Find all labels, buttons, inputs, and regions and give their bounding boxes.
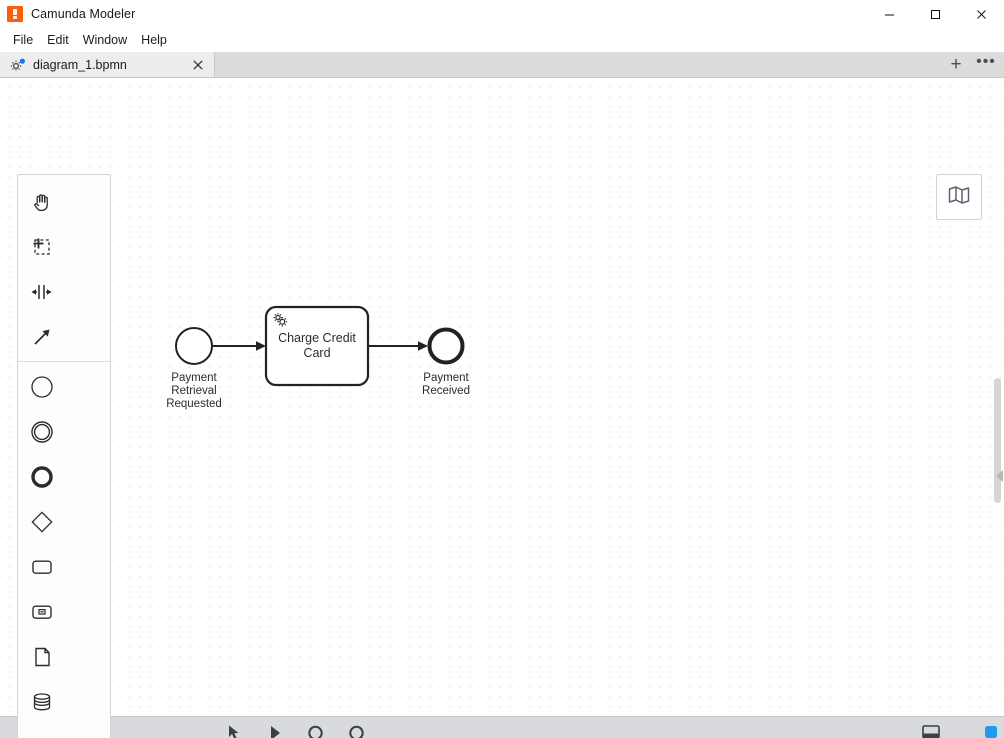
tab-diagram-1[interactable]: diagram_1.bpmn: [0, 52, 215, 77]
create-end-event-button[interactable]: [18, 454, 65, 499]
lasso-icon: [30, 235, 54, 259]
new-tab-button[interactable]: +: [942, 54, 970, 76]
menu-file[interactable]: File: [6, 30, 40, 50]
cursor-arrow-icon[interactable]: [228, 725, 242, 738]
toggle-minimap-button[interactable]: [936, 174, 982, 220]
status-bar-right-actions: [922, 725, 998, 738]
tab-more-button[interactable]: •••: [972, 54, 1000, 76]
create-participant-button[interactable]: [18, 724, 65, 738]
indicator-icon[interactable]: [984, 725, 998, 738]
window-controls: [866, 0, 1004, 28]
map-icon: [947, 184, 971, 211]
create-data-store-button[interactable]: [18, 679, 65, 724]
plus-icon: +: [950, 53, 962, 75]
create-data-object-button[interactable]: [18, 634, 65, 679]
menu-edit[interactable]: Edit: [40, 30, 76, 50]
create-subprocess-button[interactable]: [18, 589, 65, 634]
create-intermediate-event-button[interactable]: [18, 409, 65, 454]
gateway-diamond-icon: [30, 510, 54, 534]
bpmn-gear-icon: [10, 58, 26, 72]
global-connect-tool-button[interactable]: [18, 314, 65, 359]
create-task-button[interactable]: [18, 544, 65, 589]
subprocess-expanded-icon: [30, 600, 54, 624]
maximize-button[interactable]: [912, 0, 958, 28]
tab-bar-actions: + •••: [942, 52, 1000, 78]
end-event-icon: [30, 465, 54, 489]
close-button[interactable]: [958, 0, 1004, 28]
status-bar-left-actions: [228, 725, 364, 738]
canvas-vertical-scrollbar[interactable]: [994, 378, 1001, 503]
close-icon[interactable]: [190, 57, 206, 73]
tab-bar: diagram_1.bpmn + •••: [0, 52, 1004, 78]
panel-icon[interactable]: [922, 725, 940, 738]
scroll-indicator-icon: [996, 470, 1003, 482]
palette-group-tools: [18, 177, 110, 362]
intermediate-event-icon: [30, 420, 54, 444]
space-tool-icon: [30, 280, 54, 304]
camunda-app-icon: [7, 6, 23, 22]
more-dots-icon: •••: [976, 53, 996, 70]
canvas-grid: [0, 78, 1004, 738]
diagram-canvas[interactable]: Payment Retrieval Requested Charge Credi…: [0, 78, 1004, 738]
participant-pool-icon: [30, 735, 54, 738]
title-bar: Camunda Modeler: [0, 0, 1004, 28]
create-gateway-button[interactable]: [18, 499, 65, 544]
bpmn-palette: •••: [17, 174, 111, 738]
hand-tool-button[interactable]: [18, 179, 65, 224]
tab-label: diagram_1.bpmn: [33, 57, 127, 72]
window-title: Camunda Modeler: [31, 7, 136, 21]
menu-bar: File Edit Window Help: [0, 28, 1004, 52]
hand-icon: [30, 190, 54, 214]
menu-help[interactable]: Help: [134, 30, 174, 50]
palette-group-elements: [18, 362, 110, 738]
play-triangle-icon[interactable]: [268, 725, 282, 738]
circle-icon-b[interactable]: [349, 725, 364, 738]
lasso-tool-button[interactable]: [18, 224, 65, 269]
connect-arrow-icon: [30, 325, 54, 349]
status-bar: [0, 716, 1004, 738]
data-object-icon: [30, 645, 54, 669]
menu-window[interactable]: Window: [76, 30, 134, 50]
start-event-icon: [30, 375, 54, 399]
data-store-icon: [30, 690, 54, 714]
space-tool-button[interactable]: [18, 269, 65, 314]
create-start-event-button[interactable]: [18, 364, 65, 409]
minimize-button[interactable]: [866, 0, 912, 28]
circle-icon-a[interactable]: [308, 725, 323, 738]
task-icon: [30, 555, 54, 579]
